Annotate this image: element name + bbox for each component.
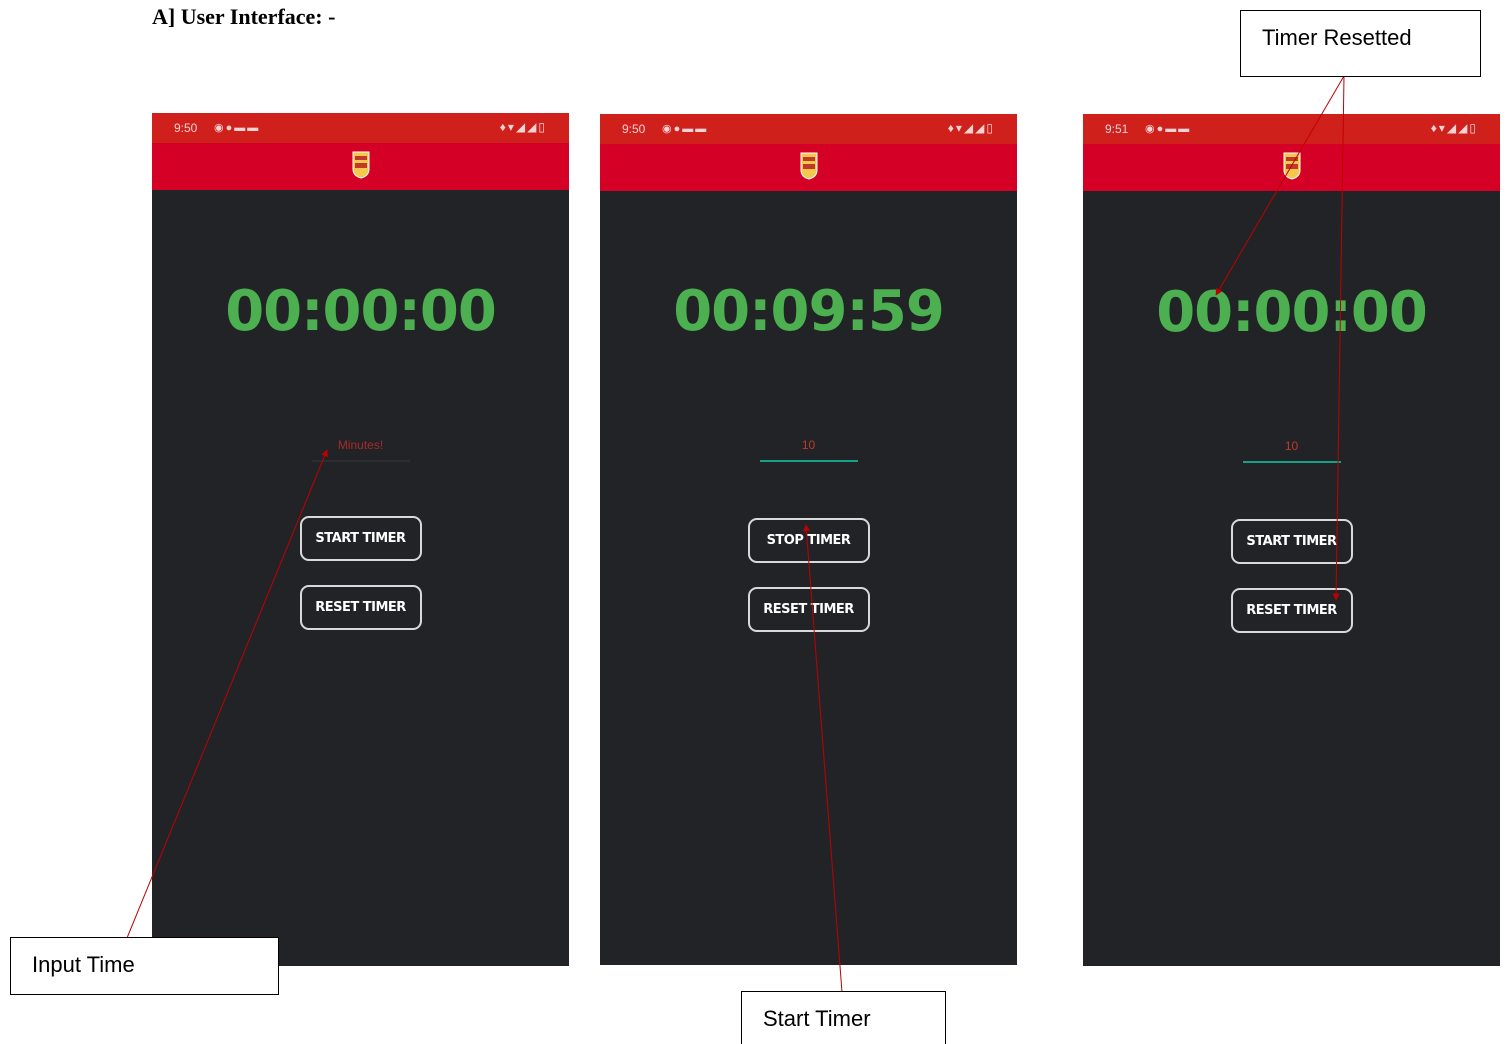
callout-start-timer: Start Timer	[741, 991, 946, 1044]
arrow-timer-reset-display	[1215, 75, 1345, 296]
arrow-timer-reset-button	[1332, 75, 1345, 601]
arrow-input-time	[126, 449, 328, 939]
callout-timer-resetted: Timer Resetted	[1240, 10, 1481, 77]
arrow-start-timer	[802, 524, 843, 993]
annotation-arrows	[126, 75, 1345, 993]
callout-input-time: Input Time	[10, 937, 279, 995]
